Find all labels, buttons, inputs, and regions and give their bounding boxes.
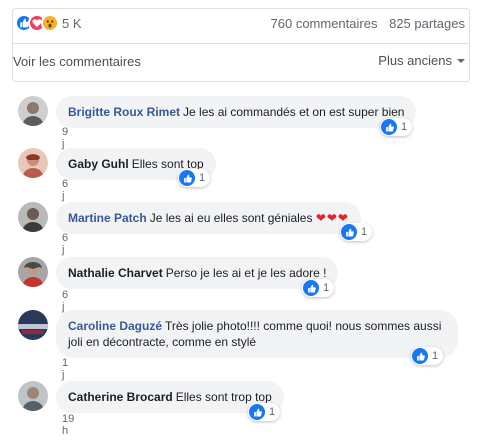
comment-author[interactable]: Gaby Guhl [68, 157, 129, 171]
comment-bubble: Caroline Daguzé Très jolie photo!!!! comm… [56, 310, 458, 358]
comment-author[interactable]: Caroline Daguzé [68, 319, 162, 333]
comment-author[interactable]: Nathalie Charvet [68, 266, 163, 280]
avatar[interactable] [18, 148, 48, 178]
reactions-summary[interactable]: 5 K [15, 13, 82, 33]
comments-count-link[interactable]: 760 commentaires [271, 16, 378, 31]
reaction-count: 5 K [62, 15, 82, 31]
like-count-badge[interactable]: 1 [302, 279, 335, 297]
like-icon [179, 170, 195, 186]
like-count-badge[interactable]: 1 [380, 118, 413, 136]
like-count-badge[interactable]: 1 [178, 169, 211, 187]
like-icon [412, 348, 428, 364]
sort-dropdown[interactable]: Plus anciens [378, 53, 465, 68]
like-count-badge[interactable]: 1 [411, 347, 444, 365]
comment-author[interactable]: Brigitte Roux Rimet [68, 105, 180, 119]
avatar[interactable] [18, 257, 48, 287]
comment-text: Elles sont trop top [175, 390, 272, 404]
comment-time[interactable]: 6 j [62, 289, 68, 313]
like-count: 1 [432, 350, 439, 362]
comment-bubble: Brigitte Roux Rimet Je les ai commandés e… [56, 96, 417, 128]
like-count: 1 [323, 282, 330, 294]
comment-time[interactable]: 19 h [62, 413, 74, 437]
like-icon [303, 280, 319, 296]
reactions-bar: 5 K 760 commentaires 825 partages [13, 9, 469, 39]
comment-time[interactable]: 1 j [62, 357, 68, 381]
like-icon [249, 404, 265, 420]
comment-bubble: Martine Patch Je les ai eu elles sont gén… [56, 202, 361, 234]
like-count-badge[interactable]: 1 [340, 223, 373, 241]
comment-text: Je les ai commandés et on est super bien [183, 105, 405, 119]
heart-emoji: ❤❤❤ [315, 211, 349, 225]
avatar[interactable] [18, 310, 48, 340]
wow-icon [41, 14, 59, 32]
comment-author[interactable]: Martine Patch [68, 211, 147, 225]
like-count: 1 [361, 226, 368, 238]
like-icon [381, 119, 397, 135]
comment-author[interactable]: Catherine Brocard [68, 390, 173, 404]
like-count-badge[interactable]: 1 [248, 403, 281, 421]
like-count: 1 [401, 121, 408, 133]
caret-down-icon [457, 58, 465, 63]
avatar[interactable] [18, 202, 48, 232]
comment-text: Perso je les ai et je les adore ! [165, 266, 327, 280]
like-count: 1 [199, 172, 206, 184]
comment-time[interactable]: 6 j [62, 178, 68, 202]
divider [13, 43, 469, 44]
post-stats-card: 5 K 760 commentaires 825 partages Voir l… [12, 8, 470, 82]
avatar[interactable] [18, 96, 48, 126]
comment-bubble: Nathalie Charvet Perso je les ai et je le… [56, 257, 339, 289]
comment-time[interactable]: 6 j [62, 232, 68, 256]
avatar[interactable] [18, 381, 48, 411]
comment-time[interactable]: 9 j [62, 126, 68, 150]
comment-text: Je les ai eu elles sont géniales [149, 211, 313, 225]
like-icon [341, 224, 357, 240]
shares-count-link[interactable]: 825 partages [389, 16, 465, 31]
sort-label: Plus anciens [378, 53, 452, 68]
view-comments-link[interactable]: Voir les commentaires [13, 54, 141, 69]
post-counts: 760 commentaires 825 partages [271, 16, 465, 31]
like-count: 1 [269, 406, 276, 418]
